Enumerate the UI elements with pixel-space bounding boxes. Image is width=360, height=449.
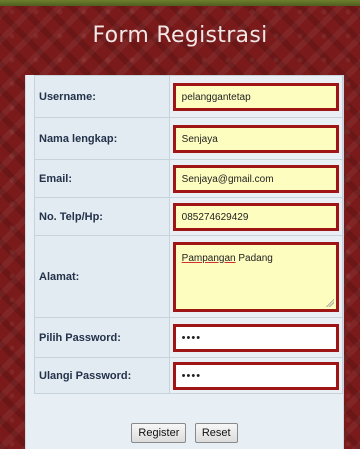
register-button[interactable]: Register [131, 423, 187, 443]
address-label: Alamat: [34, 235, 170, 318]
address-word-1: Pampangan [181, 252, 236, 264]
button-row: Register Reset [26, 423, 343, 443]
username-input[interactable]: pelanggantetap [172, 82, 339, 111]
confirm-password-row: Ulangi Password: •••• [34, 357, 344, 394]
address-row: Alamat: Pampangan Padang [34, 235, 344, 318]
password-row: Pilih Password: •••• [34, 317, 344, 358]
phone-input[interactable]: 085274629429 [172, 202, 339, 231]
reset-button[interactable]: Reset [194, 423, 238, 443]
page-title: Form Registrasi [92, 22, 268, 48]
page-header: Form Registrasi [0, 6, 360, 64]
phone-row: No. Telp/Hp: 085274629429 [34, 197, 344, 236]
password-label: Pilih Password: [34, 317, 170, 358]
phone-label: No. Telp/Hp: [34, 197, 170, 236]
email-label: Email: [34, 159, 170, 198]
confirm-password-label: Ulangi Password: [34, 357, 170, 394]
address-word-2: Padang [235, 252, 273, 264]
registration-form: Username: pelanggantetap Nama lengkap: S… [25, 75, 344, 449]
confirm-password-input[interactable]: •••• [172, 361, 339, 390]
form-table: Username: pelanggantetap Nama lengkap: S… [34, 75, 344, 394]
resize-handle-icon[interactable] [326, 298, 334, 307]
email-row: Email: Senjaya@gmail.com [34, 159, 344, 198]
username-row: Username: pelanggantetap [34, 75, 344, 118]
address-textarea[interactable]: Pampangan Padang [172, 241, 339, 312]
password-input[interactable]: •••• [172, 323, 339, 352]
username-label: Username: [34, 75, 170, 118]
fullname-input[interactable]: Senjaya [172, 124, 339, 153]
fullname-label: Nama lengkap: [34, 117, 170, 160]
email-input[interactable]: Senjaya@gmail.com [172, 164, 339, 193]
fullname-row: Nama lengkap: Senjaya [34, 117, 344, 160]
